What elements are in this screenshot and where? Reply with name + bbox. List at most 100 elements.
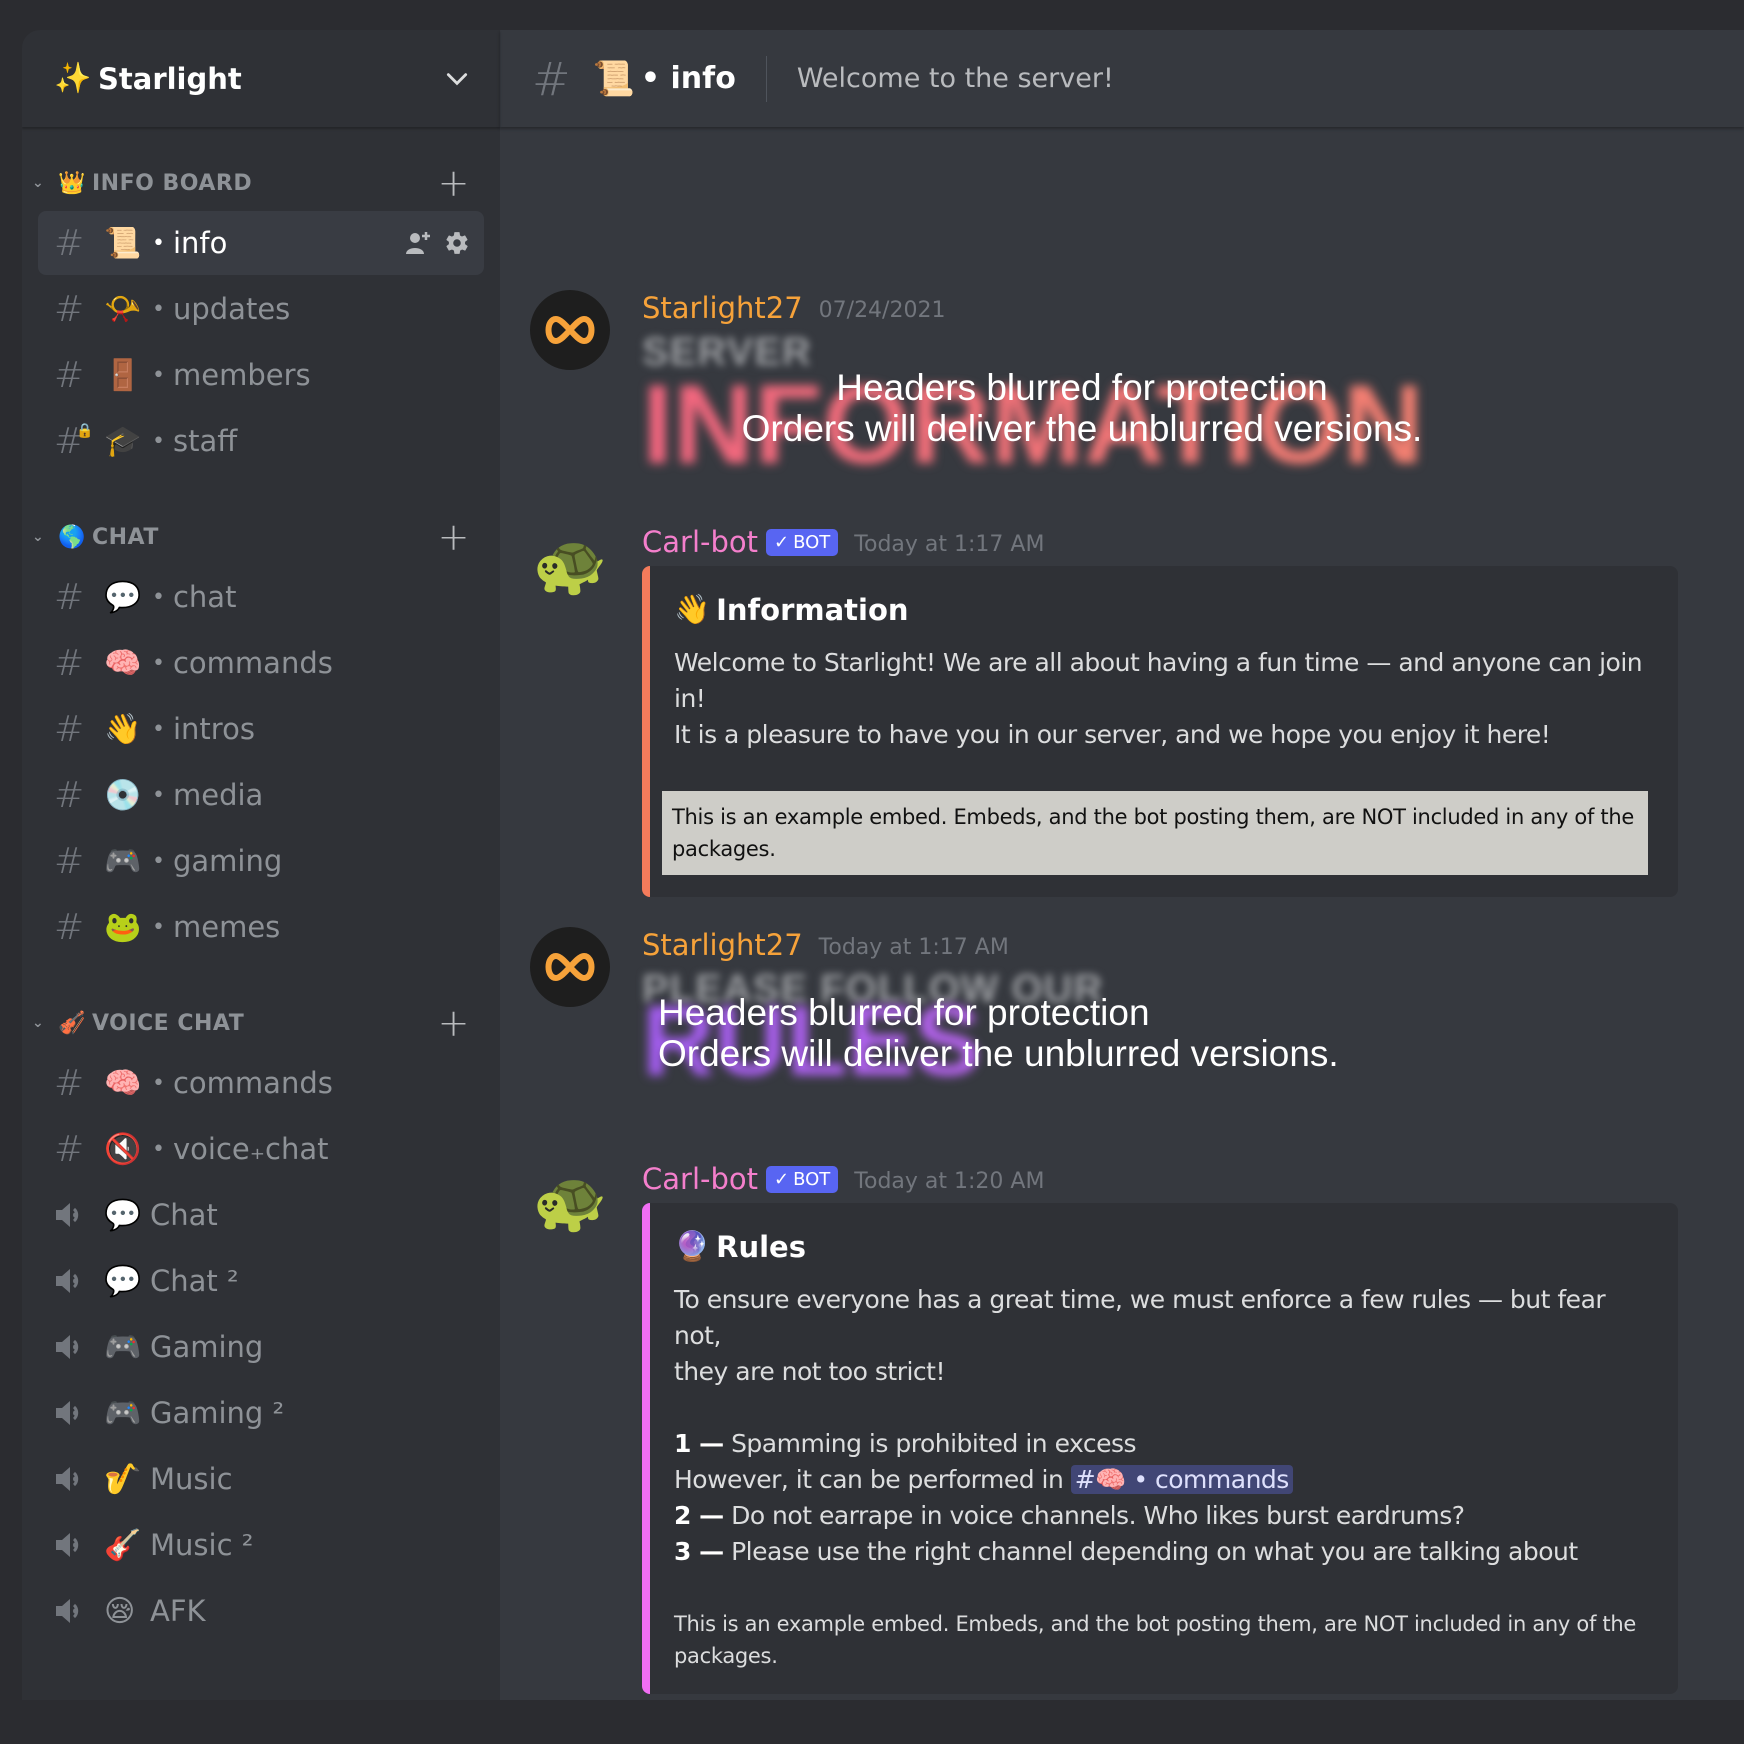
chevron-down-icon[interactable]: ⌄ — [32, 175, 48, 191]
separator-dot: • — [152, 584, 165, 610]
embed: 👋 Information Welcome to Starlight! We a… — [642, 566, 1678, 897]
channel-list: ⌄ 👑 INFO BOARD + # 📜 • info # 📯 • updates # 🚪 • members… — [22, 127, 500, 1643]
hash-icon: # — [54, 774, 85, 816]
sidebar-channel-music[interactable]: 🎷 Music — [38, 1447, 484, 1511]
channel-emoji-icon: 🎸 — [104, 1527, 142, 1563]
channel-emoji-icon: 💬 — [104, 1263, 142, 1299]
category-info-board[interactable]: ⌄ 👑 INFO BOARD + — [22, 157, 500, 209]
channel-name: chat — [172, 580, 237, 614]
embed-description: To ensure everyone has a great time, we … — [674, 1282, 1648, 1570]
add-member-icon[interactable] — [404, 230, 434, 256]
message-list: Starlight27 07/24/2021 SERVER INFORMATIO… — [500, 127, 1744, 1700]
hash-icon: # — [54, 708, 85, 750]
sidebar-channel-chat[interactable]: # 💬 • chat — [38, 565, 484, 629]
category-emoji-icon: 👑 — [58, 170, 86, 196]
embed-description: Welcome to Starlight! We are all about h… — [674, 648, 1643, 749]
hash-icon: # — [54, 576, 85, 618]
sidebar-channel-chat[interactable]: 💬 Chat — [38, 1183, 484, 1247]
add-channel-icon[interactable]: + — [438, 1004, 470, 1042]
channel-emoji-icon: 🐸 — [104, 909, 142, 945]
brain-icon: 🧠 — [1095, 1465, 1126, 1494]
turtle-icon: 🐢 — [532, 529, 608, 600]
sidebar-channel-commands[interactable]: # 🧠 • commands — [38, 631, 484, 695]
sidebar-channel-staff[interactable]: # 🔒 🎓 • staff — [38, 409, 484, 473]
author-name[interactable]: Carl-bot — [642, 525, 758, 559]
sidebar-channel-media[interactable]: # 💿 • media — [38, 763, 484, 827]
sidebar-channel-commands[interactable]: # 🧠 • commands — [38, 1051, 484, 1115]
avatar[interactable]: 🐢 — [530, 524, 610, 604]
chevron-down-icon[interactable]: ⌄ — [32, 1015, 48, 1031]
sidebar-channel-members[interactable]: # 🚪 • members — [38, 343, 484, 407]
channel-name: members — [172, 358, 311, 392]
channel-header: # 📜 • info Welcome to the server! — [500, 30, 1744, 127]
channel-emoji-icon: 💬 — [104, 1197, 142, 1233]
author-name[interactable]: Starlight27 — [642, 928, 803, 962]
gear-icon[interactable] — [444, 230, 470, 256]
category-spacer — [22, 961, 500, 997]
add-channel-icon[interactable]: + — [438, 518, 470, 556]
timestamp: Today at 1:17 AM — [818, 934, 1009, 960]
channel-name: Music ² — [150, 1528, 254, 1562]
blur-notice-line2: Orders will deliver the unblurred versio… — [658, 1032, 1339, 1074]
blur-notice-line1: Headers blurred for protection — [658, 992, 1150, 1033]
rule-item: 2 — Do not earrape in voice channels. Wh… — [674, 1501, 1465, 1530]
avatar[interactable] — [530, 927, 610, 1007]
separator-dot: • — [152, 848, 165, 874]
channel-topic: Welcome to the server! — [796, 63, 1114, 94]
channel-name: memes — [172, 910, 281, 944]
channel-emoji-icon: 💿 — [104, 777, 142, 813]
rule-item: 1 — Spamming is prohibited in excess — [674, 1429, 1137, 1458]
channel-mention[interactable]: #🧠 • commands — [1070, 1465, 1293, 1494]
sidebar-channel-intros[interactable]: # 👋 • intros — [38, 697, 484, 761]
embed-note: This is an example embed. Embeds, and th… — [662, 791, 1648, 875]
sidebar-channel-memes[interactable]: # 🐸 • memes — [38, 895, 484, 959]
add-channel-icon[interactable]: + — [438, 164, 470, 202]
scroll-icon: 📜 — [592, 58, 635, 99]
blur-notice-line2: Orders will deliver the unblurred versio… — [741, 407, 1423, 449]
speaker-icon — [54, 1266, 104, 1296]
sidebar-channel-info[interactable]: # 📜 • info — [38, 211, 484, 275]
channel-emoji-icon: 📜 — [104, 225, 142, 261]
bot-badge: ✓ BOT — [766, 1165, 839, 1193]
server-name: Starlight — [98, 61, 242, 96]
server-header[interactable]: ✨ Starlight — [22, 30, 500, 127]
sidebar-channel-music-[interactable]: 🎸 Music ² — [38, 1513, 484, 1577]
author-name[interactable]: Carl-bot — [642, 1162, 758, 1196]
check-icon: ✓ — [774, 531, 790, 553]
channel-name: voice₊chat — [172, 1132, 329, 1166]
chevron-down-icon[interactable] — [444, 66, 470, 92]
hash-icon: # — [54, 354, 85, 396]
avatar[interactable]: 🐢 — [530, 1161, 610, 1241]
sidebar-channel-gaming[interactable]: 🎮 Gaming — [38, 1315, 484, 1379]
timestamp: Today at 1:17 AM — [854, 531, 1045, 557]
speaker-icon — [54, 1530, 104, 1560]
sidebar-channel-gaming[interactable]: # 🎮 • gaming — [38, 829, 484, 893]
channel-name: Gaming ² — [150, 1396, 285, 1430]
category-voice-chat[interactable]: ⌄ 🎻 VOICE CHAT + — [22, 997, 500, 1049]
channel-name: Gaming — [150, 1330, 264, 1364]
sidebar-channel-updates[interactable]: # 📯 • updates — [38, 277, 484, 341]
hash-icon: # — [54, 642, 85, 684]
avatar[interactable] — [530, 290, 610, 370]
message: Starlight27 07/24/2021 SERVER INFORMATIO… — [530, 290, 1714, 480]
separator-dot: • — [152, 650, 165, 676]
blur-notice: Headers blurred for protection Orders wi… — [702, 367, 1462, 449]
chevron-down-icon[interactable]: ⌄ — [32, 529, 48, 545]
blur-notice: Headers blurred for protection Orders wi… — [658, 992, 1339, 1074]
channel-name: Music — [150, 1462, 233, 1496]
channel-emoji-icon: 🧠 — [104, 1065, 142, 1101]
rule-followup: However, it can be performed in #🧠 • com… — [674, 1462, 1648, 1498]
channel-name: media — [172, 778, 264, 812]
blurred-header: SERVER INFORMATION Headers blurred for p… — [642, 330, 1714, 480]
chat-area: # 📜 • info Welcome to the server! Starli… — [500, 30, 1744, 1700]
sidebar-channel-chat-[interactable]: 💬 Chat ² — [38, 1249, 484, 1313]
locked-hash-icon: # 🔒 — [54, 420, 94, 462]
sidebar-channel-afk[interactable]: 😪 AFK — [38, 1579, 484, 1643]
hash-icon: # — [54, 1128, 85, 1170]
sidebar-channel-voice-chat[interactable]: # 🔇 • voice₊chat — [38, 1117, 484, 1181]
author-name[interactable]: Starlight27 — [642, 291, 803, 325]
sidebar-channel-gaming-[interactable]: 🎮 Gaming ² — [38, 1381, 484, 1445]
category-chat[interactable]: ⌄ 🌎 CHAT + — [22, 511, 500, 563]
check-icon: ✓ — [774, 1168, 790, 1190]
hash-icon: # — [54, 1062, 85, 1104]
